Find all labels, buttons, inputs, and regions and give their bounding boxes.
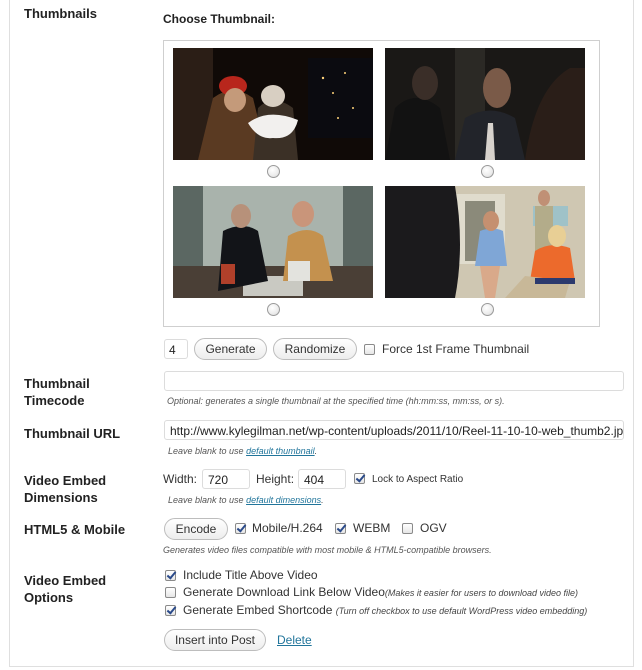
video-embed-dimensions-label: Video Embed Dimensions xyxy=(24,472,106,506)
thumbnail-chooser xyxy=(163,40,600,327)
thumbnail-url-hint: Leave blank to use default thumbnail. xyxy=(168,446,317,456)
thumbnail-timecode-label: Thumbnail Timecode xyxy=(24,375,90,409)
timecode-hint: Optional: generates a single thumbnail a… xyxy=(167,396,505,406)
label-line: Dimensions xyxy=(24,490,98,505)
width-input[interactable]: 720 xyxy=(202,469,250,489)
hint-text: . xyxy=(314,446,318,456)
randomize-button[interactable]: Randomize xyxy=(273,338,357,360)
download-link-checkbox[interactable] xyxy=(165,587,176,598)
thumbnail-2-radio[interactable] xyxy=(481,165,494,178)
html5-mobile-label: HTML5 & Mobile xyxy=(24,522,126,537)
thumbnail-count-input[interactable]: 4 xyxy=(164,339,188,359)
thumbnail-1-image[interactable] xyxy=(173,48,373,160)
width-label: Width: xyxy=(163,472,198,486)
include-title-checkbox[interactable] xyxy=(165,570,176,581)
choose-thumbnail-title: Choose Thumbnail: xyxy=(163,12,275,26)
option-label: Generate Download Link Below Video xyxy=(183,585,385,599)
lock-aspect-ratio-label: Lock to Aspect Ratio xyxy=(372,474,464,485)
ogv-checkbox[interactable] xyxy=(402,523,413,534)
dimensions-hint: Leave blank to use default dimensions. xyxy=(168,495,324,505)
thumbnail-2-image[interactable] xyxy=(385,48,585,160)
video-embed-options-label: Video Embed Options xyxy=(24,572,106,606)
mobile-h264-label: Mobile/H.264 xyxy=(252,521,323,535)
hint-text: . xyxy=(321,495,324,505)
delete-link[interactable]: Delete xyxy=(277,633,312,647)
download-link-label: Generate Download Link Below Video(Makes… xyxy=(183,585,578,599)
label-line: Video Embed xyxy=(24,573,107,588)
thumbnail-4-image[interactable] xyxy=(385,186,585,298)
embed-shortcode-label: Generate Embed Shortcode (Turn off check… xyxy=(183,603,587,617)
default-dimensions-link[interactable]: default dimensions xyxy=(246,495,321,505)
height-input[interactable]: 404 xyxy=(298,469,346,489)
hint-text: Leave blank to use xyxy=(168,446,247,456)
thumbnail-url-input[interactable]: http://www.kylegilman.net/wp-content/upl… xyxy=(164,420,624,440)
height-label: Height: xyxy=(256,472,295,486)
label-line: Timecode xyxy=(24,393,85,408)
thumbnails-label: Thumbnails xyxy=(24,6,97,21)
ogv-label: OGV xyxy=(420,521,447,535)
thumbnail-4-radio[interactable] xyxy=(481,303,494,316)
thumbnail-timecode-input[interactable] xyxy=(164,371,624,391)
default-thumbnail-link[interactable]: default thumbnail xyxy=(246,446,315,456)
label-line: Thumbnail xyxy=(24,376,90,391)
webm-label: WEBM xyxy=(353,521,391,535)
label-line: Video Embed xyxy=(24,473,107,488)
mobile-h264-checkbox[interactable] xyxy=(235,523,246,534)
option-note: (Makes it easier for users to download v… xyxy=(384,588,579,598)
lock-aspect-ratio-checkbox[interactable] xyxy=(354,473,365,484)
thumbnail-url-label: Thumbnail URL xyxy=(24,426,121,441)
insert-into-post-button[interactable]: Insert into Post xyxy=(164,629,266,651)
label-line: Options xyxy=(24,590,74,605)
option-note: (Turn off checkbox to use default WordPr… xyxy=(335,606,588,616)
option-label: Generate Embed Shortcode xyxy=(183,603,333,617)
webm-checkbox[interactable] xyxy=(335,523,346,534)
hint-text: Leave blank to use xyxy=(168,495,247,505)
force-first-frame-checkbox[interactable] xyxy=(364,344,375,355)
thumbnail-3-image[interactable] xyxy=(173,186,373,298)
generate-button[interactable]: Generate xyxy=(194,338,267,360)
thumbnail-3-radio[interactable] xyxy=(267,303,280,316)
force-first-frame-label: Force 1st Frame Thumbnail xyxy=(382,342,530,356)
thumbnail-1-radio[interactable] xyxy=(267,165,280,178)
embed-shortcode-checkbox[interactable] xyxy=(165,605,176,616)
html5-hint: Generates video files compatible with mo… xyxy=(163,545,492,555)
include-title-label: Include Title Above Video xyxy=(183,568,318,582)
encode-button[interactable]: Encode xyxy=(164,518,228,540)
